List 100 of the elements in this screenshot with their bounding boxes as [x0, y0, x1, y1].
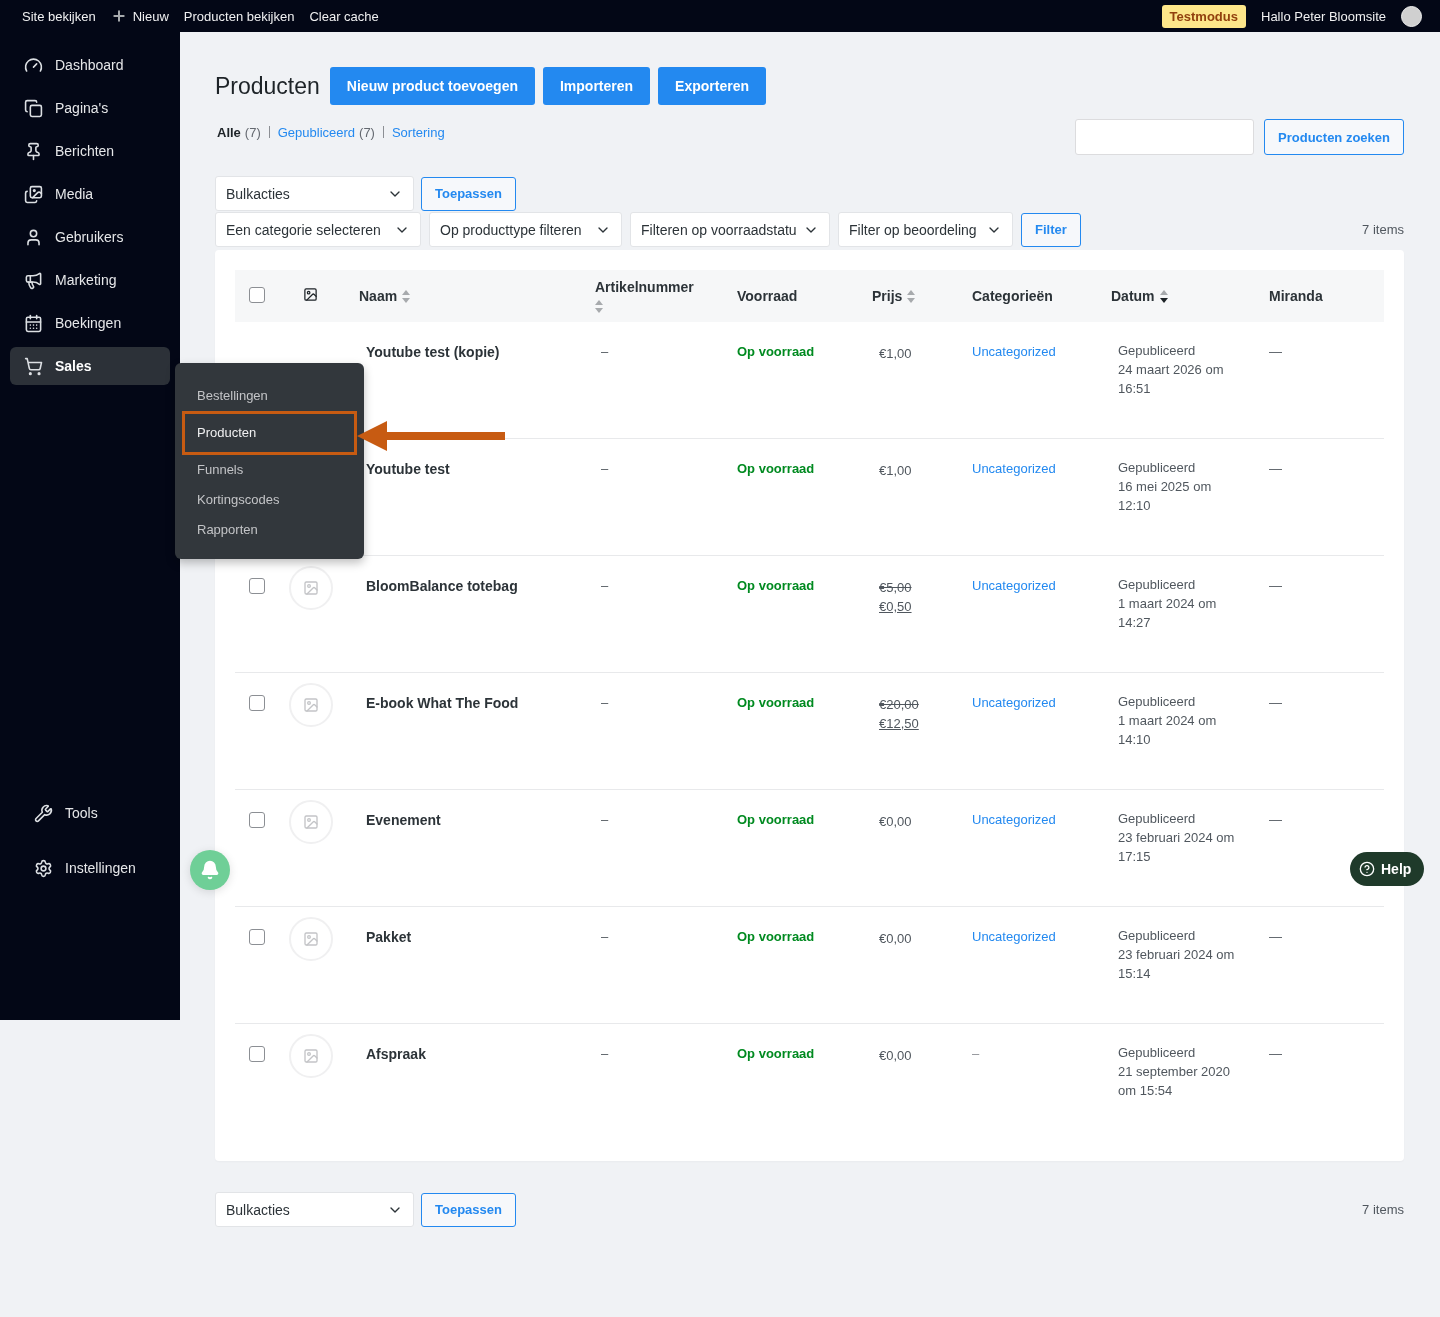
- notification-button[interactable]: [190, 850, 230, 890]
- thumbnail-placeholder: [289, 800, 333, 844]
- action-button[interactable]: Nieuw product toevoegen: [329, 67, 535, 105]
- filter-select[interactable]: Filter op beoordeling: [838, 212, 1013, 247]
- row-checkbox[interactable]: [249, 1046, 265, 1062]
- product-name[interactable]: Pakket: [366, 929, 412, 945]
- row-checkbox[interactable]: [249, 812, 265, 828]
- sidebar-item[interactable]: Media: [10, 175, 170, 213]
- page-title: Producten: [215, 72, 320, 100]
- action-button[interactable]: Exporteren: [658, 67, 767, 105]
- bulk-actions-select[interactable]: Bulkacties: [215, 176, 414, 211]
- category-link[interactable]: Uncategorized: [972, 695, 1056, 710]
- sidebar-item[interactable]: Marketing: [10, 261, 170, 299]
- toolbar-link[interactable]: Clear cache: [309, 8, 379, 24]
- price-text: €0,00: [879, 1047, 913, 1065]
- submenu-item[interactable]: Kortingscodes: [184, 485, 355, 515]
- bulk-actions-select[interactable]: Bulkacties: [215, 1192, 414, 1227]
- category-link[interactable]: Uncategorized: [972, 461, 1056, 476]
- row-checkbox[interactable]: [249, 929, 265, 945]
- plus-icon: [110, 8, 127, 24]
- image-column-icon: [303, 287, 318, 302]
- product-name[interactable]: Evenement: [366, 812, 441, 828]
- date-text: 23 februari 2024 om 17:15: [1118, 829, 1236, 866]
- category-link[interactable]: Uncategorized: [972, 812, 1056, 827]
- miranda-text: —: [1269, 461, 1282, 476]
- sidebar-item[interactable]: Sales: [10, 347, 170, 385]
- sidebar-item[interactable]: Pagina's: [10, 89, 170, 127]
- search-field[interactable]: [1075, 119, 1255, 155]
- sidebar-item[interactable]: Dashboard: [10, 46, 170, 84]
- help-button[interactable]: Help: [1350, 852, 1425, 886]
- sku-text: –: [601, 812, 609, 827]
- category-dash: –: [972, 1046, 980, 1061]
- product-name[interactable]: Afspraak: [366, 1046, 426, 1062]
- row-checkbox[interactable]: [249, 578, 265, 594]
- column-header[interactable]: Naam: [359, 288, 411, 304]
- thumbnail-placeholder: [289, 917, 333, 961]
- date-text: 23 februari 2024 om 15:14: [1118, 946, 1236, 983]
- avatar[interactable]: [1401, 5, 1422, 27]
- product-name[interactable]: Youtube test (kopie): [366, 344, 500, 360]
- column-header[interactable]: Artikelnummer: [595, 279, 705, 313]
- category-link[interactable]: Uncategorized: [972, 578, 1056, 593]
- bell-icon: [200, 860, 220, 880]
- category-link[interactable]: Uncategorized: [972, 344, 1056, 359]
- product-name[interactable]: E-book What The Food: [366, 695, 519, 711]
- date-text: 1 maart 2024 om 14:27: [1118, 595, 1218, 632]
- sidebar-item[interactable]: Berichten: [10, 132, 170, 170]
- sidebar-item[interactable]: Tools: [10, 794, 170, 832]
- submenu-item[interactable]: Producten: [184, 413, 355, 453]
- status-text: Gepubliceerd: [1118, 693, 1197, 711]
- status-text: Gepubliceerd: [1118, 576, 1197, 594]
- test-mode-badge: Testmodus: [1161, 4, 1246, 28]
- filter-select[interactable]: Een categorie selecteren: [215, 212, 421, 247]
- status-text: Gepubliceerd: [1118, 1044, 1197, 1062]
- help-icon: [1359, 861, 1375, 877]
- column-header[interactable]: Datum: [1111, 288, 1168, 304]
- status-text: Gepubliceerd: [1118, 459, 1197, 477]
- stock-status: Op voorraad: [737, 1046, 815, 1061]
- submenu-item[interactable]: Rapporten: [184, 515, 355, 545]
- thumbnail-placeholder: [289, 683, 333, 727]
- gauge-icon: [24, 55, 43, 75]
- sidebar-item[interactable]: Boekingen: [10, 304, 170, 342]
- pin-icon: [24, 141, 43, 161]
- sku-text: –: [601, 578, 609, 593]
- sku-text: –: [601, 929, 609, 944]
- filter-select[interactable]: Filteren op voorraadstatu: [630, 212, 830, 247]
- price-text: €20,00: [879, 696, 920, 714]
- row-checkbox[interactable]: [249, 695, 265, 711]
- toolbar-link[interactable]: Site bekijken: [22, 8, 96, 24]
- column-header[interactable]: Prijs: [872, 288, 916, 304]
- status-text: Gepubliceerd: [1118, 342, 1197, 360]
- price-text: €0,50: [879, 598, 913, 616]
- product-name[interactable]: BloomBalance totebag: [366, 578, 518, 594]
- user-icon: [24, 227, 43, 247]
- stock-status: Op voorraad: [737, 461, 815, 476]
- stock-status: Op voorraad: [737, 578, 815, 593]
- sort-icon[interactable]: [1159, 289, 1168, 303]
- category-link[interactable]: Uncategorized: [972, 929, 1056, 944]
- view-link[interactable]: Alle: [217, 124, 241, 140]
- toolbar-link[interactable]: Producten bekijken: [183, 8, 295, 24]
- sidebar-item[interactable]: Gebruikers: [10, 218, 170, 256]
- stock-status: Op voorraad: [737, 929, 815, 944]
- price-text: €12,50: [879, 715, 920, 733]
- settings-icon: [34, 858, 53, 878]
- submenu-item[interactable]: Bestellingen: [184, 381, 355, 411]
- stock-status: Op voorraad: [737, 344, 815, 359]
- status-text: Gepubliceerd: [1118, 810, 1197, 828]
- sku-text: –: [601, 1046, 609, 1061]
- sidebar-item[interactable]: Instellingen: [10, 849, 170, 887]
- miranda-text: —: [1269, 344, 1282, 359]
- product-name[interactable]: Youtube test: [366, 461, 450, 477]
- filter-select[interactable]: Op producttype filteren: [429, 212, 622, 247]
- account-link[interactable]: Hallo Peter Bloomsite: [1261, 8, 1386, 24]
- view-count: (7): [359, 124, 375, 140]
- miranda-text: —: [1269, 695, 1282, 710]
- sku-text: –: [601, 695, 609, 710]
- new-link[interactable]: Nieuw: [110, 8, 169, 24]
- action-button[interactable]: Importeren: [543, 67, 651, 105]
- submenu-item[interactable]: Funnels: [184, 455, 355, 485]
- select-all-checkbox[interactable]: [249, 286, 265, 303]
- price-text: €1,00: [879, 462, 913, 480]
